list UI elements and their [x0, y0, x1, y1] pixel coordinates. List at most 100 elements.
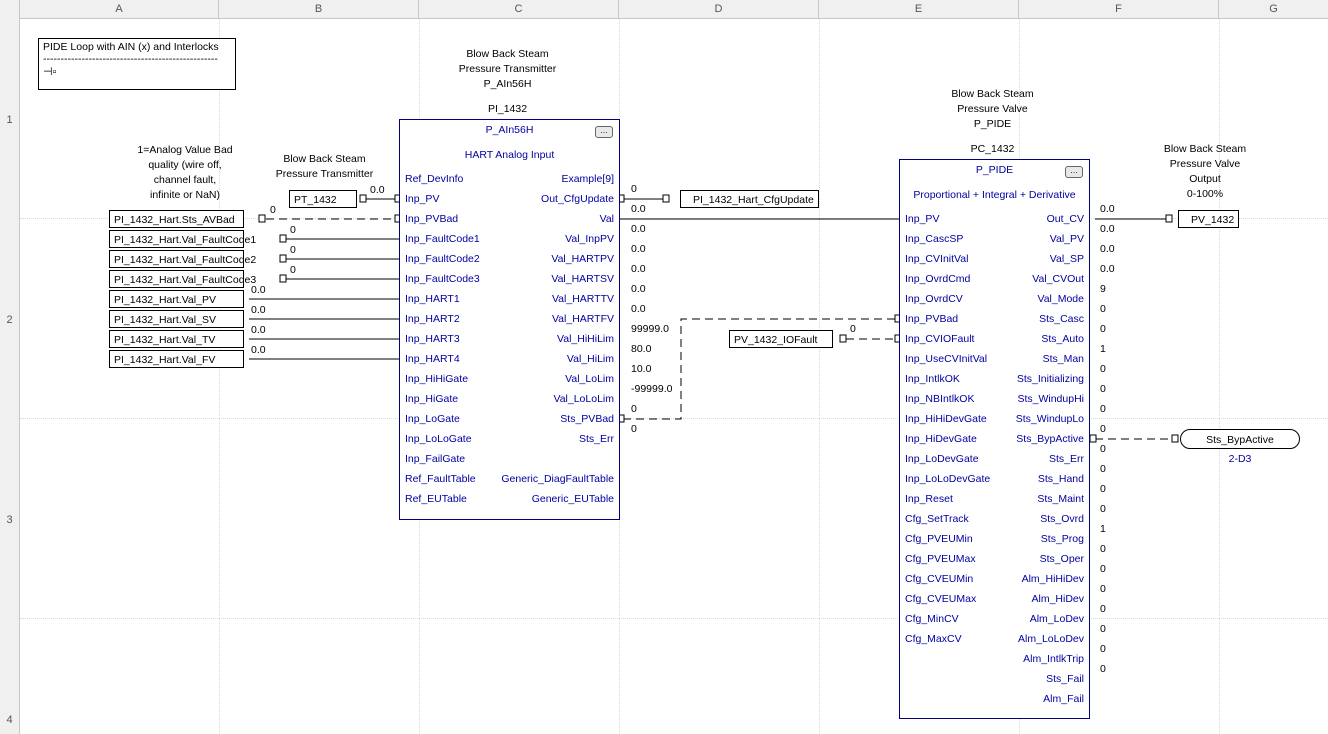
ain-input-pin[interactable]: Inp_HiHiGate: [405, 373, 468, 385]
pide-input-pin[interactable]: Cfg_PVEUMin: [905, 533, 973, 545]
pide-input-pin[interactable]: Inp_HiDevGate: [905, 433, 977, 445]
pide-input-pin[interactable]: Inp_UseCVInitVal: [905, 353, 987, 365]
ain-output-pin[interactable]: Sts_Err: [579, 433, 614, 445]
pide-input-pin[interactable]: Inp_OvrdCV: [905, 293, 963, 305]
input-reference-tag[interactable]: PI_1432_Hart.Val_SV: [109, 310, 244, 328]
ain-output-pin[interactable]: Val_LoLim: [565, 373, 614, 385]
pide-function-block[interactable]: P_PIDE ... Proportional + Integral + Der…: [899, 159, 1090, 719]
cfg-update-output-ref[interactable]: PI_1432_Hart_CfgUpdate: [680, 190, 819, 208]
ain-block-name[interactable]: PI_1432: [430, 102, 585, 117]
ain-input-pin[interactable]: Inp_FaultCode3: [405, 273, 480, 285]
pide-output-pin[interactable]: Sts_Hand: [1038, 473, 1084, 485]
ain-output-pin[interactable]: Val_InpPV: [565, 233, 614, 245]
comment-box[interactable]: PIDE Loop with AIN (x) and Interlocks --…: [38, 38, 236, 90]
pide-input-pin[interactable]: Inp_LoDevGate: [905, 453, 979, 465]
pide-input-pin[interactable]: Inp_OvrdCmd: [905, 273, 970, 285]
pide-output-pin[interactable]: Alm_HiDev: [1031, 593, 1084, 605]
input-reference-tag[interactable]: PI_1432_Hart.Val_FV: [109, 350, 244, 368]
pide-block-name[interactable]: PC_1432: [920, 142, 1065, 157]
pide-input-pin[interactable]: Inp_IntlkOK: [905, 373, 960, 385]
ain-input-pin[interactable]: Ref_FaultTable: [405, 473, 476, 485]
pide-input-pin[interactable]: Cfg_CVEUMin: [905, 573, 973, 585]
ain-input-pin[interactable]: Inp_FaultCode1: [405, 233, 480, 245]
pide-output-pin[interactable]: Sts_BypActive: [1016, 433, 1084, 445]
pide-input-pin[interactable]: Inp_PV: [905, 213, 939, 225]
ain-input-pin[interactable]: Inp_FaultCode2: [405, 253, 480, 265]
pide-properties-button[interactable]: ...: [1065, 166, 1083, 178]
input-reference-tag[interactable]: PI_1432_Hart.Val_TV: [109, 330, 244, 348]
pide-output-pin[interactable]: Val_CVOut: [1032, 273, 1084, 285]
input-reference-tag[interactable]: PI_1432_Hart.Val_FaultCode2: [109, 250, 256, 268]
ain-output-pin[interactable]: Val: [600, 213, 614, 225]
pide-input-pin[interactable]: Inp_Reset: [905, 493, 953, 505]
pide-input-pin[interactable]: Inp_CVInitVal: [905, 253, 968, 265]
ain-function-block[interactable]: P_AIn56H ... HART Analog Input Ref_DevIn…: [399, 119, 620, 520]
input-reference-tag[interactable]: PI_1432_Hart.Sts_AVBad: [109, 210, 244, 228]
ain-input-pin[interactable]: Inp_HART3: [405, 333, 460, 345]
input-reference-tag[interactable]: PI_1432_Hart.Val_FaultCode3: [109, 270, 256, 288]
ain-output-pin[interactable]: Out_CfgUpdate: [541, 193, 614, 205]
ain-input-pin[interactable]: Inp_HART1: [405, 293, 460, 305]
pide-input-pin[interactable]: Cfg_PVEUMax: [905, 553, 976, 565]
pide-output-pin[interactable]: Alm_LoLoDev: [1018, 633, 1084, 645]
pide-output-pin[interactable]: Sts_Auto: [1041, 333, 1084, 345]
ain-output-pin[interactable]: Generic_DiagFaultTable: [501, 473, 614, 485]
ain-output-pin[interactable]: Generic_EUTable: [532, 493, 614, 505]
pide-input-pin[interactable]: Inp_PVBad: [905, 313, 958, 325]
pide-input-pin[interactable]: Inp_CascSP: [905, 233, 963, 245]
pide-input-pin[interactable]: Cfg_MaxCV: [905, 633, 962, 645]
pide-output-pin[interactable]: Val_Mode: [1037, 293, 1084, 305]
ain-input-pin[interactable]: Inp_PVBad: [405, 213, 458, 225]
pide-output-pin[interactable]: Sts_Casc: [1039, 313, 1084, 325]
byp-active-connector[interactable]: Sts_BypActive: [1180, 429, 1300, 449]
ain-properties-button[interactable]: ...: [595, 126, 613, 138]
pide-output-pin[interactable]: Sts_Err: [1049, 453, 1084, 465]
ain-input-pin[interactable]: Inp_PV: [405, 193, 439, 205]
pide-input-pin[interactable]: Cfg_CVEUMax: [905, 593, 976, 605]
byp-active-ref[interactable]: 2-D3: [1180, 453, 1300, 465]
ain-output-pin[interactable]: Val_HARTFV: [552, 313, 614, 325]
pide-input-pin[interactable]: Inp_NBIntlkOK: [905, 393, 974, 405]
pide-output-pin[interactable]: Sts_Oper: [1040, 553, 1084, 565]
pide-output-pin[interactable]: Sts_Fail: [1046, 673, 1084, 685]
ain-output-pin[interactable]: Sts_PVBad: [560, 413, 614, 425]
input-reference-tag[interactable]: PI_1432_Hart.Val_FaultCode1: [109, 230, 256, 248]
ain-input-pin[interactable]: Inp_HART2: [405, 313, 460, 325]
pide-output-pin[interactable]: Alm_Fail: [1043, 693, 1084, 705]
pide-output-pin[interactable]: Alm_LoDev: [1030, 613, 1084, 625]
pide-output-pin[interactable]: Alm_IntlkTrip: [1023, 653, 1084, 665]
pide-output-pin[interactable]: Sts_WindupLo: [1016, 413, 1084, 425]
pide-output-pin[interactable]: Sts_WindupHi: [1017, 393, 1084, 405]
pide-output-pin[interactable]: Sts_Prog: [1041, 533, 1084, 545]
pide-output-pin[interactable]: Sts_Initializing: [1017, 373, 1084, 385]
pv-output-ref[interactable]: PV_1432: [1178, 210, 1239, 228]
input-reference-tag[interactable]: PI_1432_Hart.Val_PV: [109, 290, 244, 308]
pide-output-pin[interactable]: Out_CV: [1047, 213, 1084, 225]
ain-input-pin[interactable]: Inp_FailGate: [405, 453, 465, 465]
ain-output-pin[interactable]: Example[9]: [561, 173, 614, 185]
pide-input-pin[interactable]: Cfg_SetTrack: [905, 513, 969, 525]
ain-input-pin[interactable]: Inp_LoLoGate: [405, 433, 472, 445]
pide-output-pin[interactable]: Sts_Ovrd: [1040, 513, 1084, 525]
pide-output-pin[interactable]: Alm_HiHiDev: [1022, 573, 1084, 585]
pide-input-pin[interactable]: Inp_LoLoDevGate: [905, 473, 990, 485]
ain-input-pin[interactable]: Inp_HiGate: [405, 393, 458, 405]
pide-input-pin[interactable]: Cfg_MinCV: [905, 613, 959, 625]
pide-output-pin[interactable]: Val_PV: [1050, 233, 1084, 245]
ain-output-pin[interactable]: Val_HiLim: [567, 353, 614, 365]
pin-icon[interactable]: ⊣▫: [43, 65, 231, 78]
pide-input-pin[interactable]: Inp_CVIOFault: [905, 333, 974, 345]
ain-output-pin[interactable]: Val_HARTTV: [552, 293, 614, 305]
ain-input-pin[interactable]: Ref_EUTable: [405, 493, 467, 505]
iofault-input-ref[interactable]: PV_1432_IOFault: [729, 330, 833, 348]
ain-output-pin[interactable]: Val_HARTSV: [551, 273, 614, 285]
ain-output-pin[interactable]: Val_HARTPV: [551, 253, 614, 265]
ain-output-pin[interactable]: Val_LoLoLim: [553, 393, 614, 405]
ain-output-pin[interactable]: Val_HiHiLim: [557, 333, 614, 345]
pide-output-pin[interactable]: Val_SP: [1050, 253, 1084, 265]
pide-input-pin[interactable]: Inp_HiHiDevGate: [905, 413, 987, 425]
ain-input-pin[interactable]: Ref_DevInfo: [405, 173, 463, 185]
pt-input-ref[interactable]: PT_1432: [289, 190, 357, 208]
ain-input-pin[interactable]: Inp_HART4: [405, 353, 460, 365]
pide-output-pin[interactable]: Sts_Maint: [1037, 493, 1084, 505]
